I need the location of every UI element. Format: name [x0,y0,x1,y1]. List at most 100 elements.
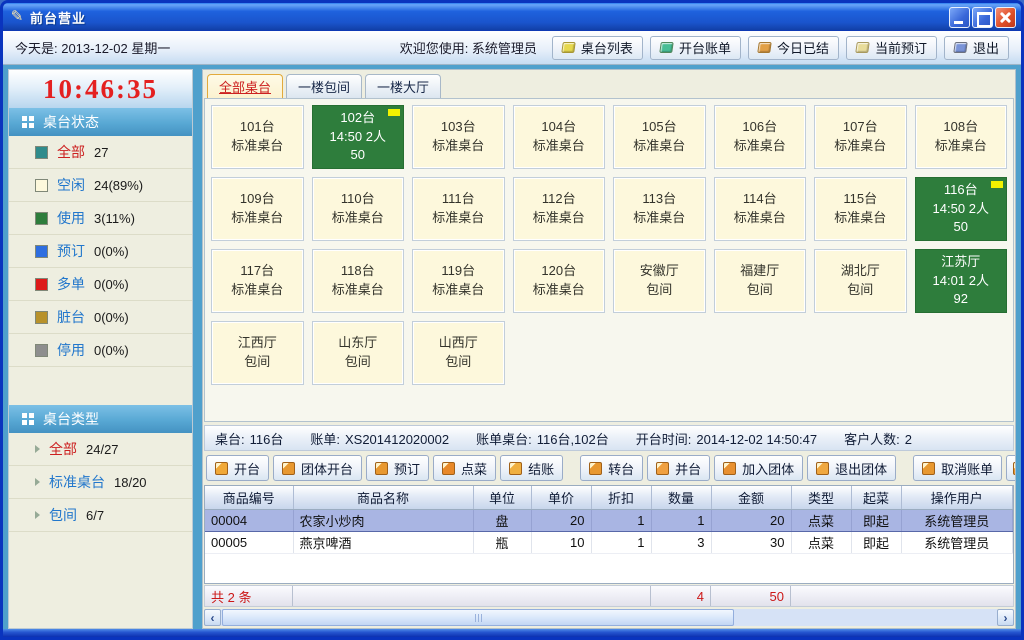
table-card[interactable]: 江西厅包间 [211,321,304,385]
order-row[interactable]: 00005燕京啤酒瓶101330点菜即起系统管理员 [205,531,1013,553]
table-cards: 101台标准桌台102台14:50 2人50103台标准桌台104台标准桌台10… [211,105,1007,385]
scrollbar-track[interactable] [221,609,997,626]
table-card[interactable]: 102台14:50 2人50 [312,105,405,169]
arrow-right-icon [35,478,40,486]
table-list-button[interactable]: 桌台列表 [552,36,643,60]
top-bar: 今天是: 2013-12-02 星期一 欢迎您使用: 系统管理员 桌台列表开台账… [3,31,1021,65]
table-card[interactable]: 106台标准桌台 [714,105,807,169]
column-header: 单位 [473,486,531,509]
clipped-action-button[interactable] [1006,455,1016,481]
settled-today-icon [757,42,772,53]
checkout-button[interactable]: 结账 [500,455,563,481]
scroll-right-button[interactable] [997,609,1014,626]
status-item[interactable]: 预订0(0%) [9,235,192,268]
table-card[interactable]: 104台标准桌台 [513,105,606,169]
order-table-header-row: 商品编号商品名称单位单价折扣数量金额类型起菜操作用户 [205,486,1013,509]
summary-bar: 共 2 条450 [204,585,1014,607]
table-card[interactable]: 114台标准桌台 [714,177,807,241]
order-cell: 1 [591,509,651,531]
table-card[interactable]: 119台标准桌台 [412,249,505,313]
table-card[interactable]: 江苏厅14:01 2人92 [915,249,1008,313]
summary-cell [851,586,901,606]
maximize-button[interactable] [972,7,993,28]
exit-button[interactable]: 退出 [944,36,1009,60]
order-dishes-button[interactable]: 点菜 [433,455,496,481]
table-card[interactable]: 福建厅包间 [714,249,807,313]
group-open-icon [282,462,295,475]
table-card[interactable]: 山西厅包间 [412,321,505,385]
status-swatch-icon [35,146,48,159]
merge-table-button[interactable]: 并台 [647,455,710,481]
leave-group-icon [816,462,829,475]
cancel-bill-button[interactable]: 取消账单 [913,455,1002,481]
status-item[interactable]: 停用0(0%) [9,334,192,367]
status-item[interactable]: 空闲24(89%) [9,169,192,202]
table-card[interactable]: 安徽厅包间 [613,249,706,313]
tab-3[interactable]: 一楼大厅 [365,74,441,98]
table-grid-zone: 101台标准桌台102台14:50 2人50103台标准桌台104台标准桌台10… [204,98,1014,422]
scrollbar-thumb[interactable] [222,609,734,626]
title-bar: 前台营业 [3,3,1021,31]
sidebar-filler [9,532,192,628]
order-cell: 00004 [205,509,293,531]
open-bills-button[interactable]: 开台账单 [650,36,741,60]
main-panel: 全部桌台一楼包间一楼大厅 101台标准桌台102台14:50 2人50103台标… [202,69,1016,629]
table-card[interactable]: 117台标准桌台 [211,249,304,313]
grid-icon [22,413,34,425]
table-card[interactable]: 120台标准桌台 [513,249,606,313]
table-card[interactable]: 湖北厅包间 [814,249,907,313]
table-card[interactable]: 115台标准桌台 [814,177,907,241]
status-swatch-icon [35,212,48,225]
reserve-button[interactable]: 预订 [366,455,429,481]
table-card[interactable]: 110台标准桌台 [312,177,405,241]
window-bottom-border [3,629,1021,637]
tab-1[interactable]: 全部桌台 [207,74,283,98]
group-open-button[interactable]: 团体开台 [273,455,362,481]
settled-today-button[interactable]: 今日已结 [748,36,839,60]
column-header: 起菜 [851,486,901,509]
order-row[interactable]: 00004农家小炒肉盘201120点菜即起系统管理员 [205,509,1013,531]
type-item[interactable]: 标准桌台18/20 [9,466,192,499]
table-card[interactable]: 山东厅包间 [312,321,405,385]
exit-icon [953,42,968,53]
status-item[interactable]: 脏台0(0%) [9,301,192,334]
column-header: 金额 [711,486,791,509]
table-card[interactable]: 112台标准桌台 [513,177,606,241]
table-card[interactable]: 108台标准桌台 [915,105,1008,169]
table-card[interactable]: 101台标准桌台 [211,105,304,169]
table-card[interactable]: 109台标准桌台 [211,177,304,241]
tab-strip: 全部桌台一楼包间一楼大厅 [204,72,1014,98]
type-item[interactable]: 包间6/7 [9,499,192,532]
order-table: 商品编号商品名称单位单价折扣数量金额类型起菜操作用户00004农家小炒肉盘201… [205,486,1013,554]
transfer-table-button[interactable]: 转台 [580,455,643,481]
table-card[interactable]: 103台标准桌台 [412,105,505,169]
order-cell: 即起 [851,509,901,531]
leave-group-button[interactable]: 退出团体 [807,455,896,481]
table-card[interactable]: 111台标准桌台 [412,177,505,241]
status-swatch-icon [35,179,48,192]
bill-info-bar: 桌台:116台账单:XS201412020002账单桌台:116台,102台开台… [204,425,1014,451]
order-cell: 30 [711,531,791,553]
join-group-button[interactable]: 加入团体 [714,455,803,481]
table-card[interactable]: 107台标准桌台 [814,105,907,169]
close-button[interactable] [995,7,1016,28]
status-item[interactable]: 多单0(0%) [9,268,192,301]
order-cell: 1 [591,531,651,553]
status-item[interactable]: 全部27 [9,136,192,169]
type-item[interactable]: 全部24/27 [9,433,192,466]
summary-cell [791,586,851,606]
table-card[interactable]: 105台标准桌台 [613,105,706,169]
status-item[interactable]: 使用3(11%) [9,202,192,235]
content-area: 10:46:35 桌台状态 全部27空闲24(89%)使用3(11%)预订0(0… [3,65,1021,629]
current-reservations-button[interactable]: 当前预订 [846,36,937,60]
table-card[interactable]: 113台标准桌台 [613,177,706,241]
order-cell: 点菜 [791,509,851,531]
minimize-button[interactable] [949,7,970,28]
order-cell: 即起 [851,531,901,553]
open-table-button[interactable]: 开台 [206,455,269,481]
window-title: 前台营业 [30,8,947,27]
table-card[interactable]: 118台标准桌台 [312,249,405,313]
scroll-left-button[interactable] [204,609,221,626]
table-card[interactable]: 116台14:50 2人50 [915,177,1008,241]
tab-2[interactable]: 一楼包间 [286,74,362,98]
